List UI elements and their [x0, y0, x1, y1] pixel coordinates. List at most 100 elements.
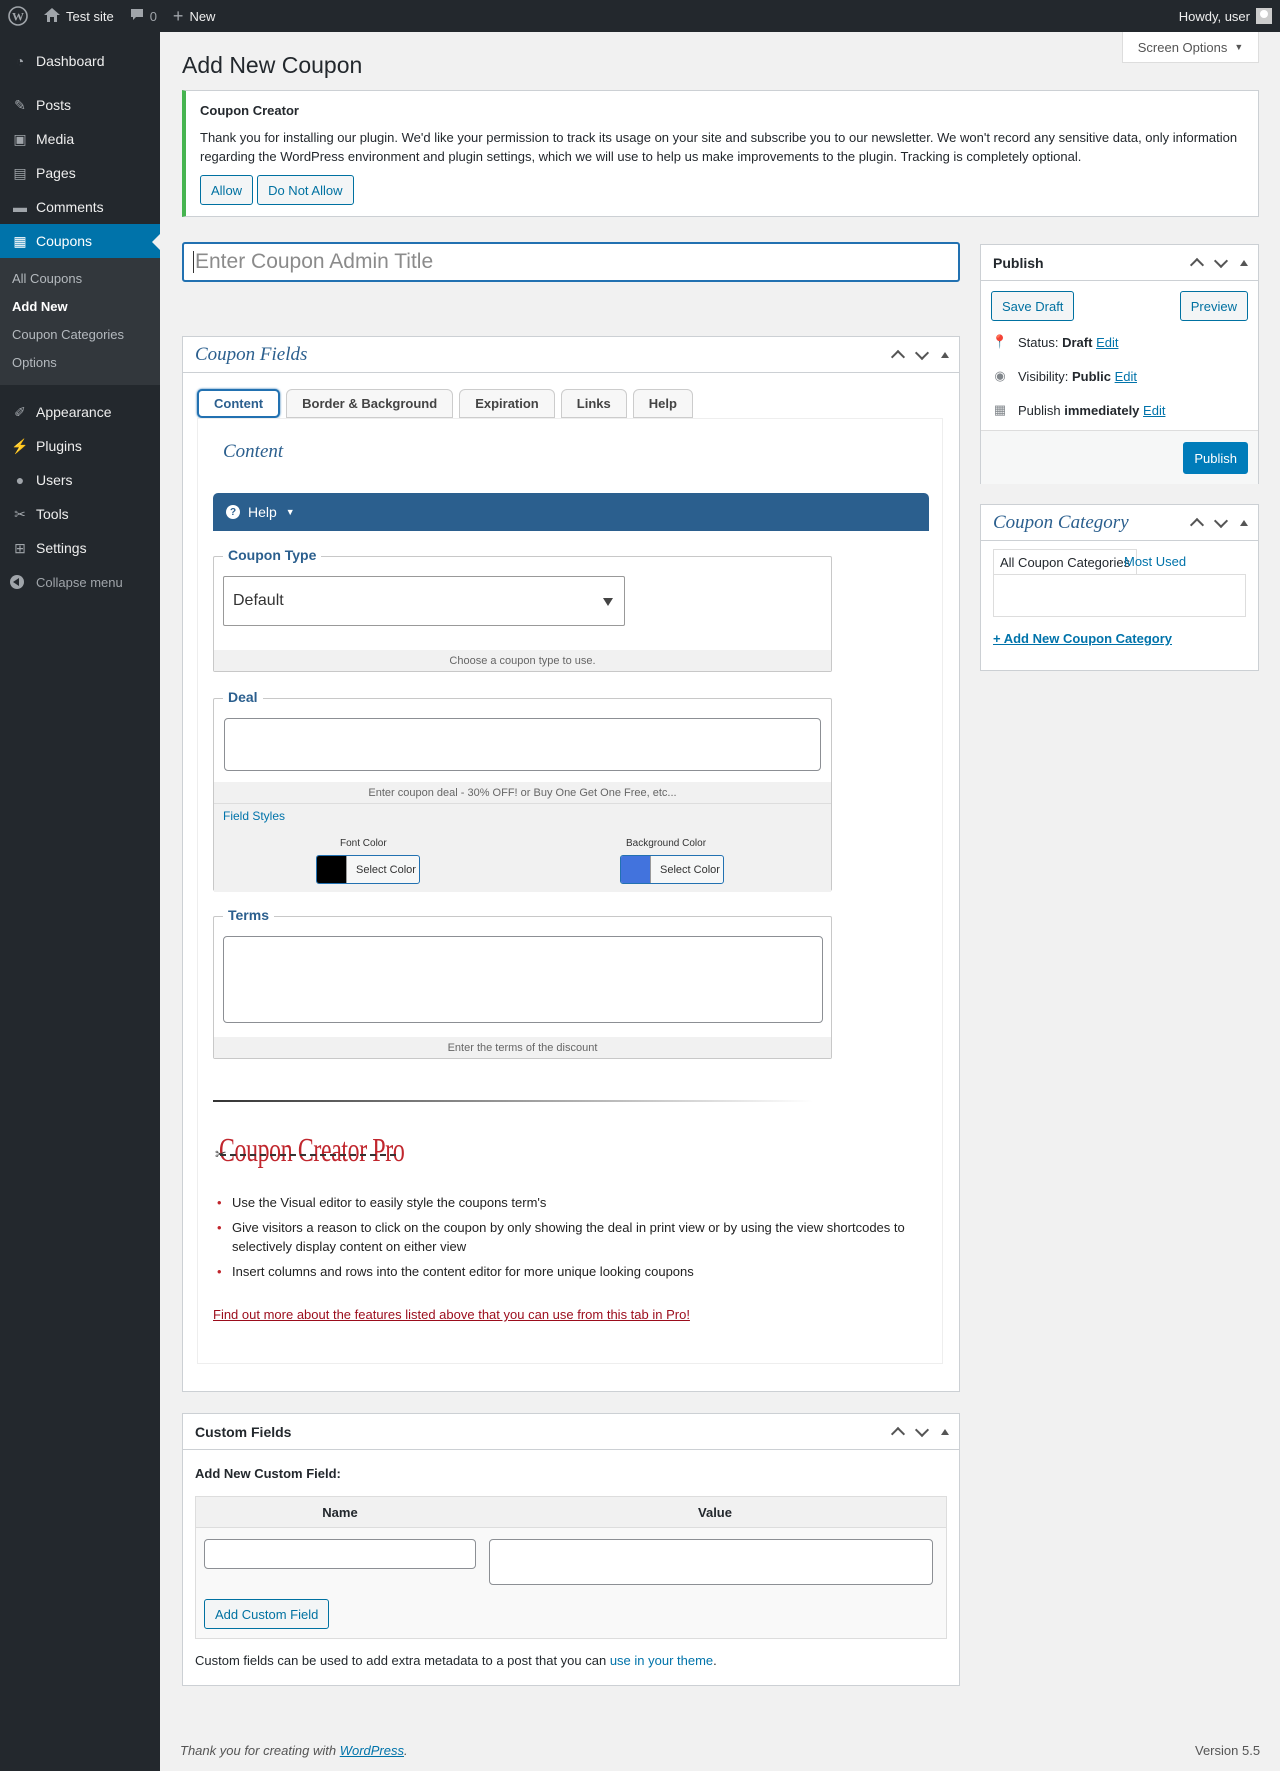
allow-button[interactable]: Allow [200, 175, 254, 205]
terms-textarea[interactable] [223, 936, 823, 1023]
submenu-add-new[interactable]: Add New [0, 293, 160, 321]
coupon-title-input[interactable]: Enter Coupon Admin Title [182, 242, 960, 282]
move-down-icon[interactable] [1213, 513, 1229, 529]
toggle-panel-icon[interactable] [941, 352, 949, 358]
tab-help[interactable]: Help [632, 389, 693, 418]
save-draft-button[interactable]: Save Draft [991, 291, 1075, 321]
menu-label: Comments [36, 199, 104, 215]
note-suffix: . [713, 1653, 717, 1668]
svg-text:W: W [12, 10, 24, 24]
menu-label: Plugins [36, 438, 82, 454]
menu-tools[interactable]: ✂ Tools [0, 497, 160, 531]
move-up-icon[interactable] [1189, 517, 1205, 533]
font-color-picker[interactable]: Select Color [316, 855, 420, 884]
edit-status-link[interactable]: Edit [1096, 335, 1118, 350]
my-account-link[interactable]: Howdy, user [1179, 8, 1280, 24]
collapse-menu-button[interactable]: Collapse menu [0, 565, 160, 599]
screen-options-button[interactable]: Screen Options ▼ [1122, 32, 1259, 63]
menu-coupons[interactable]: ▦ Coupons [0, 224, 160, 258]
footer-version: Version 5.5 [1195, 1743, 1261, 1758]
list-item: Give visitors a reason to click on the c… [213, 1218, 913, 1256]
do-not-allow-button[interactable]: Do Not Allow [257, 175, 354, 205]
tab-border-background[interactable]: Border & Background [286, 389, 454, 418]
menu-pages[interactable]: ▤ Pages [0, 156, 160, 190]
submenu-all-coupons[interactable]: All Coupons [0, 265, 160, 293]
menu-appearance[interactable]: ✐ Appearance [0, 395, 160, 429]
tab-expiration[interactable]: Expiration [459, 389, 555, 418]
deal-legend: Deal [223, 689, 263, 705]
add-new-custom-field-label: Add New Custom Field: [195, 1466, 341, 1481]
content-tab-panel: Content ? Help ▼ Coupon Type Default Cho… [197, 418, 943, 1364]
status-value: Draft [1062, 334, 1093, 350]
submenu-options[interactable]: Options [0, 349, 160, 377]
new-label: New [189, 8, 216, 24]
use-in-your-theme-link[interactable]: use in your theme [610, 1653, 713, 1668]
note-text: Custom fields can be used to add extra m… [195, 1653, 607, 1668]
move-down-icon[interactable] [914, 1422, 930, 1438]
toggle-panel-icon[interactable] [941, 1429, 949, 1435]
tab-content[interactable]: Content [197, 389, 281, 418]
new-content-link[interactable]: + New [165, 0, 224, 32]
move-down-icon[interactable] [1213, 253, 1229, 269]
add-custom-field-button[interactable]: Add Custom Field [204, 1599, 330, 1629]
select-color-label: Select Color [660, 863, 720, 876]
menu-plugins[interactable]: ⚡ Plugins [0, 429, 160, 463]
coupon-type-select[interactable]: Default [223, 576, 625, 626]
menu-dashboard[interactable]: ◔ Dashboard [0, 44, 160, 78]
menu-comments[interactable]: ▬ Comments [0, 190, 160, 224]
category-checklist[interactable] [993, 574, 1246, 617]
pro-features-list: Use the Visual editor to easily style th… [213, 1193, 913, 1287]
submenu-coupon-categories[interactable]: Coupon Categories [0, 321, 160, 349]
page-title: Add New Coupon [182, 52, 363, 78]
caret-down-icon: ▼ [285, 507, 295, 517]
custom-field-name-input[interactable] [204, 1539, 476, 1569]
deal-fieldset: Deal Enter coupon deal - 30% OFF! or Buy… [213, 689, 832, 892]
comments-link[interactable]: 0 [122, 0, 165, 32]
move-down-icon[interactable] [914, 345, 930, 361]
title-placeholder: Enter Coupon Admin Title [195, 250, 434, 273]
toggle-panel-icon[interactable] [1240, 260, 1248, 266]
footer-text: Thank you for creating with [180, 1743, 337, 1758]
promo-divider [213, 1100, 813, 1102]
coupon-type-fieldset: Coupon Type Default Choose a coupon type… [213, 547, 832, 672]
menu-posts[interactable]: ✎ Posts [0, 88, 160, 122]
toggle-panel-icon[interactable] [1240, 520, 1248, 526]
publish-button[interactable]: Publish [1183, 442, 1248, 474]
field-styles-label[interactable]: Field Styles [223, 809, 285, 823]
tab-links[interactable]: Links [560, 389, 627, 418]
settings-icon: ⊞ [14, 539, 26, 556]
move-up-icon[interactable] [1189, 257, 1205, 273]
menu-label: Media [36, 131, 75, 147]
plus-icon: + [172, 6, 184, 26]
wordpress-logo-icon[interactable]: W [0, 0, 36, 32]
menu-users[interactable]: ● Users [0, 463, 160, 497]
move-up-icon[interactable] [890, 1426, 906, 1442]
visibility-label: Visibility: [1018, 368, 1069, 384]
edit-publish-date-link[interactable]: Edit [1143, 403, 1165, 418]
list-item: Use the Visual editor to easily style th… [213, 1193, 913, 1212]
menu-settings[interactable]: ⊞ Settings [0, 531, 160, 565]
custom-field-value-input[interactable] [489, 1539, 933, 1585]
menu-media[interactable]: ▣ Media [0, 122, 160, 156]
custom-fields-table: Name Value Add Custom Field [195, 1496, 947, 1639]
visibility-row: ◉ Visibility: Public Edit [981, 359, 1258, 393]
move-up-icon[interactable] [890, 349, 906, 365]
pro-features-link[interactable]: Find out more about the features listed … [213, 1307, 690, 1322]
menu-label: Users [36, 472, 73, 488]
pin-icon: 📍 [991, 334, 1009, 349]
coupon-fields-title: Coupon Fields [195, 343, 308, 365]
preview-button[interactable]: Preview [1179, 291, 1248, 321]
user-icon: ● [15, 472, 25, 488]
background-color-picker[interactable]: Select Color [620, 855, 724, 884]
wordpress-link[interactable]: WordPress [340, 1743, 404, 1758]
site-name-link[interactable]: Test site [36, 0, 122, 32]
help-toggle[interactable]: ? Help ▼ [213, 493, 929, 531]
background-color-swatch [621, 856, 651, 883]
tab-most-used[interactable]: Most Used [1124, 549, 1186, 574]
tab-all-coupon-categories[interactable]: All Coupon Categories [993, 549, 1138, 574]
add-new-coupon-category-link[interactable]: + Add New Coupon Category [993, 631, 1172, 646]
deal-styles-area: Enter coupon deal - 30% OFF! or Buy One … [214, 782, 831, 892]
edit-visibility-link[interactable]: Edit [1115, 369, 1137, 384]
media-icon: ▣ [13, 130, 27, 147]
deal-input[interactable] [224, 718, 821, 771]
